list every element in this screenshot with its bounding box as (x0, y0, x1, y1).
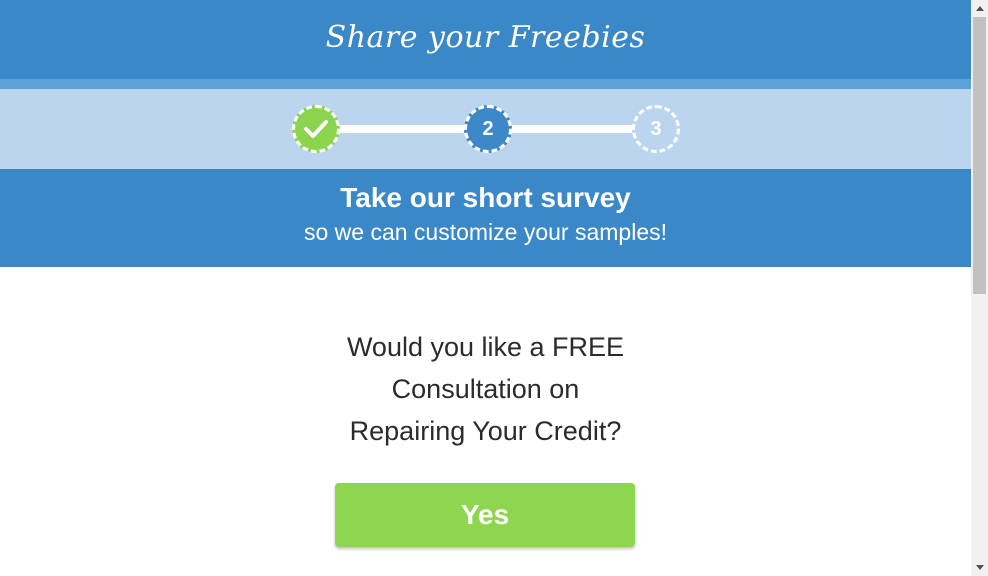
vertical-scrollbar[interactable] (971, 0, 988, 576)
survey-subtitle: so we can customize your samples! (303, 219, 668, 245)
site-header: Share your Freebies (0, 0, 971, 79)
question-line: Would you like a FREE (346, 332, 625, 362)
scroll-up-arrow[interactable] (971, 0, 988, 17)
brand-logo[interactable]: Share your Freebies (326, 20, 646, 55)
step-2-current: 2 (464, 105, 512, 153)
survey-banner: Take our short survey so we can customiz… (0, 169, 971, 267)
scroll-down-arrow[interactable] (971, 559, 988, 576)
progress-stepper: 2 3 (0, 89, 971, 169)
step-number: 2 (482, 117, 494, 140)
survey-title: Take our short survey (340, 182, 631, 213)
step-connector (488, 125, 656, 133)
arrow-up-icon (975, 6, 984, 11)
scroll-thumb[interactable] (973, 17, 986, 294)
yes-button[interactable]: Yes (335, 483, 635, 547)
question-line: Repairing Your Credit? (349, 416, 622, 446)
header-divider (0, 79, 971, 89)
step-3-upcoming: 3 (632, 105, 680, 153)
check-icon (304, 120, 328, 138)
step-number: 3 (650, 117, 662, 140)
question-line: Consultation on (391, 374, 580, 404)
arrow-down-icon (975, 565, 984, 570)
step-connector (316, 125, 488, 133)
survey-question: Would you like a FREE Consultation on Re… (0, 326, 971, 452)
step-1-complete (292, 105, 340, 153)
page: Share your Freebies 2 3 Take our short s… (0, 0, 971, 576)
